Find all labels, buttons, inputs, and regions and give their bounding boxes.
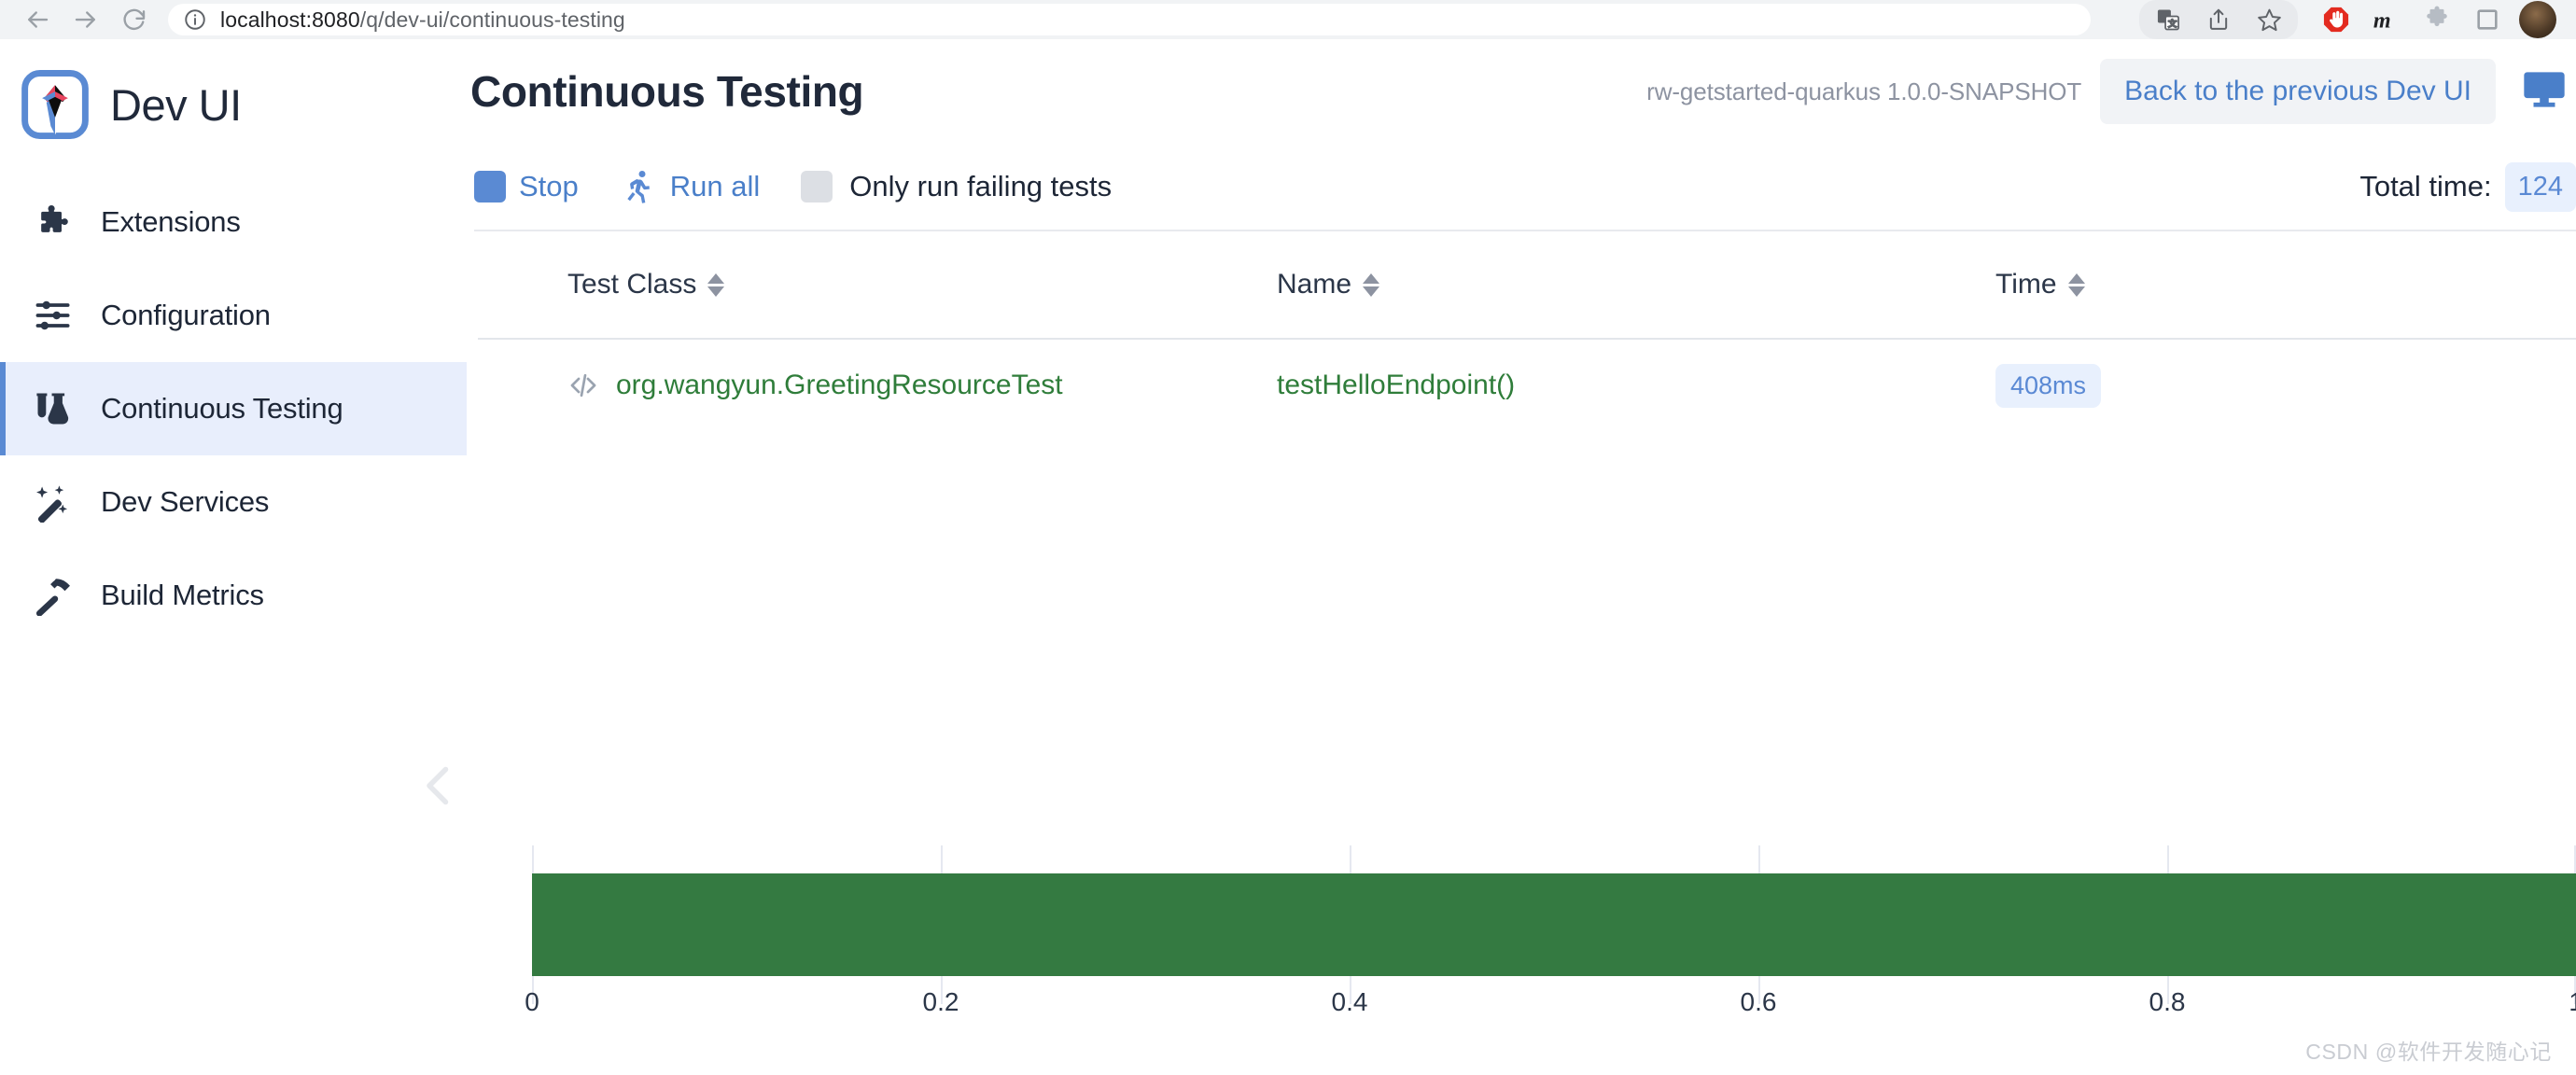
column-header-time[interactable]: Time xyxy=(1995,269,2275,300)
page-header: Continuous Testing rw-getstarted-quarkus… xyxy=(467,39,2576,144)
magic-wand-icon xyxy=(30,479,77,525)
only-run-failing-tests-label: Only run failing tests xyxy=(849,170,1113,202)
sidebar-item-extensions[interactable]: Extensions xyxy=(0,175,467,269)
sidebar-item-continuous-testing[interactable]: Continuous Testing xyxy=(0,362,467,455)
side-panel-icon[interactable] xyxy=(2462,0,2513,39)
x-tick-label: 0.2 xyxy=(922,987,959,1016)
hammer-icon xyxy=(30,572,77,619)
sidebar-item-label: Build Metrics xyxy=(101,579,264,611)
column-header-label: Name xyxy=(1277,269,1352,300)
sidebar-item-dev-services[interactable]: Dev Services xyxy=(0,455,467,549)
toolbar-wrap: Stop Run all Only run failing tests Tota… xyxy=(467,144,2576,231)
share-icon[interactable] xyxy=(2193,0,2244,39)
desktop-monitor-icon[interactable] xyxy=(2520,65,2569,119)
cell-time: 408ms xyxy=(1995,363,2275,408)
browser-forward-button[interactable] xyxy=(62,0,110,39)
test-class-name: org.wangyun.GreetingResourceTest xyxy=(616,370,1063,400)
sidebar-item-configuration[interactable]: Configuration xyxy=(0,269,467,362)
browser-action-icons: G 文 m xyxy=(2139,0,2563,39)
puzzle-icon[interactable] xyxy=(2412,0,2462,39)
test-duration-chart: 0 0.2 0.4 0.6 0.8 1 CSDN @软件开发随心记 xyxy=(467,845,2576,1075)
browser-back-button[interactable] xyxy=(13,0,62,39)
chart-canvas: 0 0.2 0.4 0.6 0.8 1 xyxy=(525,845,2576,1023)
stop-button[interactable]: Stop xyxy=(474,170,601,203)
sliders-icon xyxy=(30,292,77,339)
toolbar-divider xyxy=(474,230,2576,231)
column-header-label: Test Class xyxy=(567,269,697,300)
stop-square-icon xyxy=(474,171,506,202)
bookmark-star-icon[interactable] xyxy=(2244,0,2294,39)
puzzle-piece-icon xyxy=(30,199,77,245)
total-time-label: Total time: xyxy=(2359,170,2492,202)
total-time: Total time: 124 xyxy=(2359,161,2576,212)
svg-text:文: 文 xyxy=(2168,19,2177,29)
column-header-test-class[interactable]: Test Class xyxy=(567,269,1277,300)
browser-toolbar: localhost:8080/q/dev-ui/continuous-testi… xyxy=(0,0,2576,39)
chart-x-axis: 0 0.2 0.4 0.6 0.8 1 xyxy=(525,987,2576,1028)
page-title: Continuous Testing xyxy=(470,67,864,116)
adblock-icon[interactable] xyxy=(2311,0,2361,39)
chart-plot-area xyxy=(532,845,2576,1004)
column-header-name[interactable]: Name xyxy=(1277,269,1995,300)
cell-test-class: org.wangyun.GreetingResourceTest xyxy=(567,370,1277,401)
x-tick-label: 0 xyxy=(525,987,539,1016)
checkbox-box-icon[interactable] xyxy=(801,171,833,202)
run-all-label: Run all xyxy=(669,170,761,202)
bar-track xyxy=(532,873,2576,976)
sort-toggle-icon[interactable] xyxy=(707,272,725,297)
sidebar-nav: Extensions Configuration Continuous Test… xyxy=(0,175,467,642)
back-to-previous-dev-ui-button[interactable]: Back to the previous Dev UI xyxy=(2100,59,2496,124)
main-content: Continuous Testing rw-getstarted-quarkus… xyxy=(467,39,2576,1075)
chart-bar-passed xyxy=(532,873,2576,976)
test-tubes-icon xyxy=(30,385,77,432)
url-path: /q/dev-ui/continuous-testing xyxy=(359,7,625,32)
x-tick-label: 0.4 xyxy=(1331,987,1368,1016)
stop-label: Stop xyxy=(519,170,579,202)
sidebar-item-label: Dev Services xyxy=(101,485,270,518)
table-header-row: Test Class Name Time xyxy=(478,231,2576,340)
sidebar: Dev UI Extensions Configuration Continuo… xyxy=(0,39,467,1075)
x-tick-label: 1 xyxy=(2569,987,2576,1017)
brand[interactable]: Dev UI xyxy=(0,52,467,157)
sidebar-item-label: Continuous Testing xyxy=(101,392,343,425)
running-person-icon xyxy=(620,168,657,205)
quarkus-logo-icon xyxy=(21,70,90,139)
table-row[interactable]: org.wangyun.GreetingResourceTest testHel… xyxy=(478,340,2576,431)
x-tick-label: 0.8 xyxy=(2149,987,2186,1016)
profile-avatar[interactable] xyxy=(2513,0,2563,39)
duration-badge: 408ms xyxy=(1995,363,2102,408)
testing-toolbar: Stop Run all Only run failing tests Tota… xyxy=(467,144,2576,230)
sidebar-item-build-metrics[interactable]: Build Metrics xyxy=(0,549,467,642)
run-all-button[interactable]: Run all xyxy=(620,168,783,205)
site-info-icon[interactable] xyxy=(183,7,207,32)
cell-test-name: testHelloEndpoint() xyxy=(1277,370,1516,400)
omnibox-action-group: G 文 xyxy=(2139,0,2298,39)
brand-label: Dev UI xyxy=(110,79,242,130)
address-bar[interactable]: localhost:8080/q/dev-ui/continuous-testi… xyxy=(168,4,2091,35)
sort-toggle-icon[interactable] xyxy=(2067,272,2085,297)
url-text: localhost:8080/q/dev-ui/continuous-testi… xyxy=(220,7,625,33)
browser-reload-button[interactable] xyxy=(110,0,159,39)
chevron-left-icon[interactable] xyxy=(411,758,467,814)
header-right: rw-getstarted-quarkus 1.0.0-SNAPSHOT Bac… xyxy=(1646,59,2576,124)
column-header-label: Time xyxy=(1995,269,2057,300)
sidebar-item-label: Extensions xyxy=(101,205,241,238)
sidebar-item-label: Configuration xyxy=(101,299,271,331)
sort-toggle-icon[interactable] xyxy=(1363,272,1380,297)
svg-text:m: m xyxy=(2373,9,2391,34)
watermark: CSDN @软件开发随心记 xyxy=(2305,1040,2552,1064)
x-tick-label: 0.6 xyxy=(1740,987,1777,1016)
total-time-badge: 124 xyxy=(2504,161,2576,212)
test-results-table: Test Class Name Time org.wangyun.Greetin… xyxy=(467,231,2576,431)
url-host: localhost:8080 xyxy=(220,7,360,32)
translate-icon[interactable]: G 文 xyxy=(2143,0,2193,39)
only-run-failing-tests-checkbox[interactable]: Only run failing tests xyxy=(801,170,1112,203)
app-version-label: rw-getstarted-quarkus 1.0.0-SNAPSHOT xyxy=(1646,77,2082,105)
m-extension-icon[interactable]: m xyxy=(2361,0,2412,39)
dev-ui-app: Dev UI Extensions Configuration Continuo… xyxy=(0,39,2576,1075)
code-brackets-icon xyxy=(567,370,599,401)
